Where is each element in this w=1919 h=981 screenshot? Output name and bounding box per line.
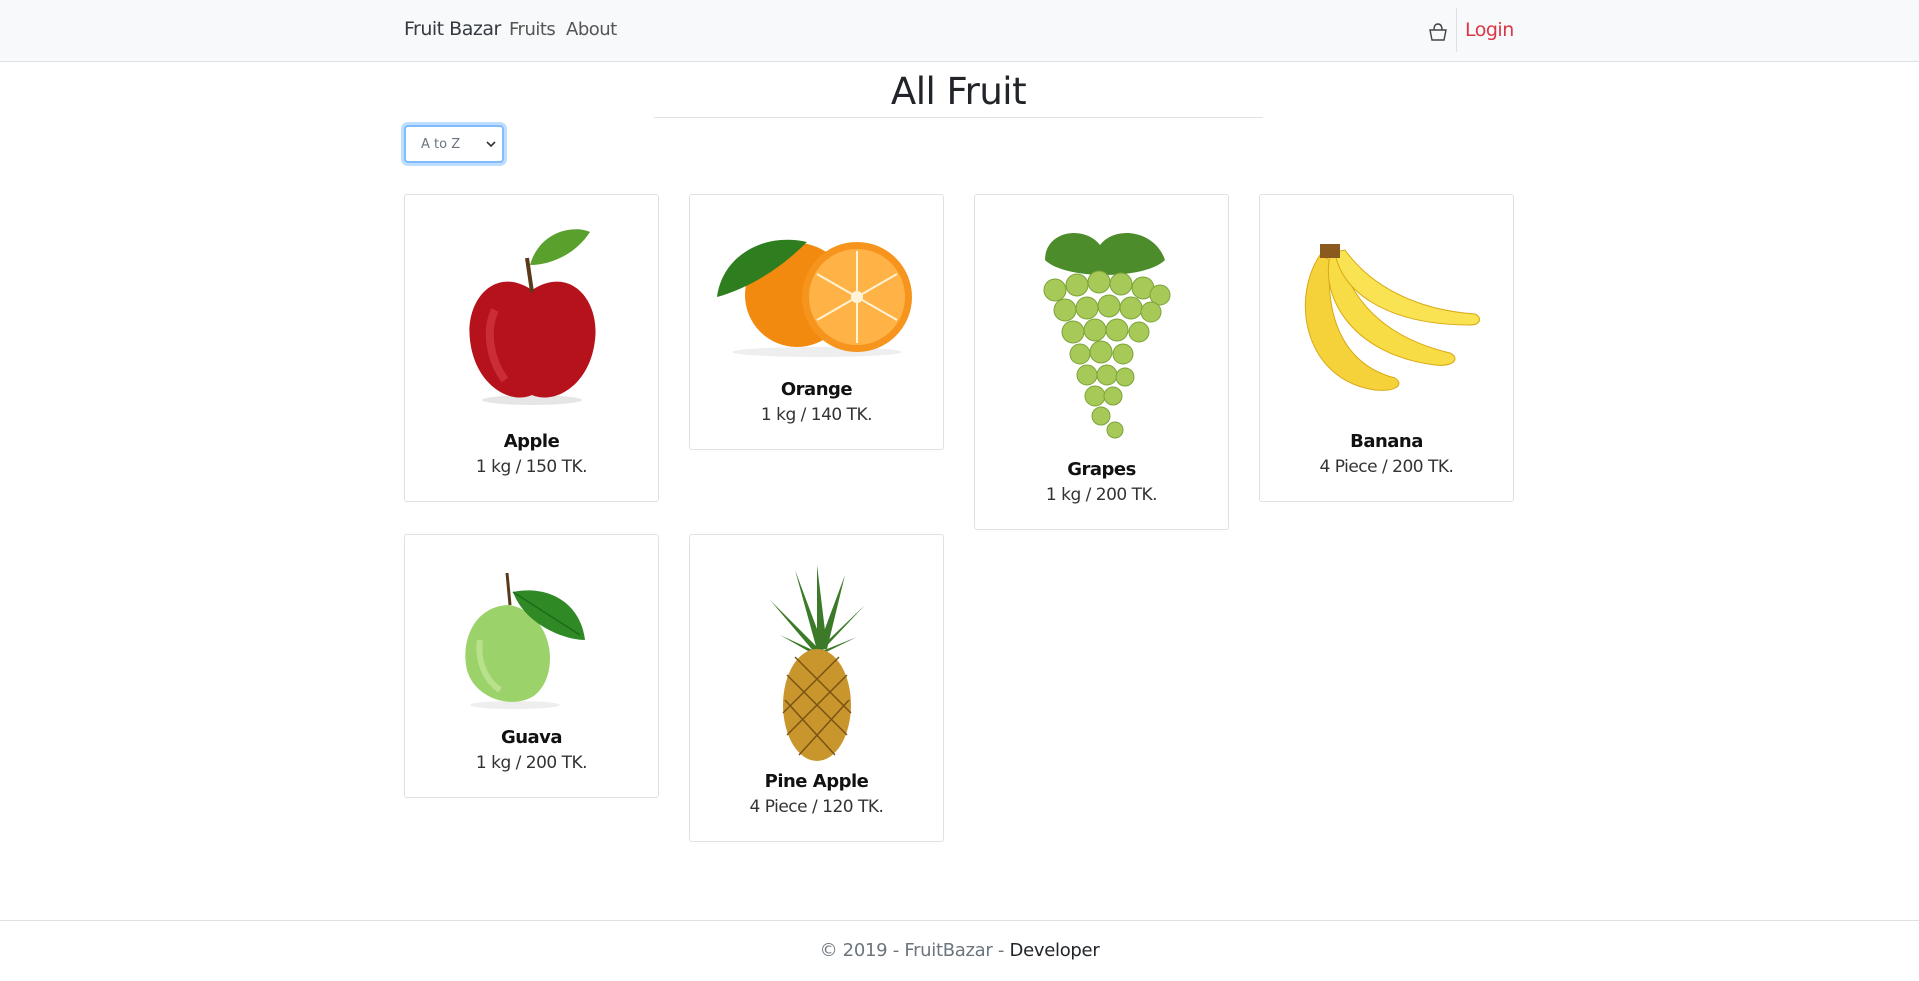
- nav-link-about[interactable]: About: [566, 19, 617, 40]
- nav-link-fruits[interactable]: Fruits: [509, 19, 556, 40]
- footer: © 2019 - FruitBazar - Developer: [0, 940, 1919, 961]
- navbar: Fruit Bazar Fruits About Login: [0, 0, 1919, 62]
- footer-divider: [0, 920, 1919, 921]
- fruit-price: 1 kg / 200 TK.: [475, 753, 588, 773]
- pineapple-image: [770, 565, 865, 761]
- fruit-name: Orange: [780, 379, 853, 400]
- footer-copyright: © 2019 - FruitBazar -: [819, 940, 1010, 961]
- guava-image: [465, 572, 585, 709]
- fruit-card-grapes[interactable]: Grapes 1 kg / 200 TK.: [974, 194, 1229, 530]
- fruit-name: Grapes: [1067, 459, 1136, 480]
- cart-icon[interactable]: [1426, 22, 1450, 44]
- fruit-name: Banana: [1350, 431, 1423, 452]
- page-title: All Fruit: [890, 70, 1027, 113]
- fruit-name: Guava: [500, 727, 563, 748]
- banana-image: [1304, 244, 1481, 391]
- login-link[interactable]: Login: [1465, 19, 1514, 41]
- developer-link[interactable]: Developer: [1010, 940, 1100, 961]
- fruit-card-banana[interactable]: Banana 4 Piece / 200 TK.: [1259, 194, 1514, 502]
- fruit-card-guava[interactable]: Guava 1 kg / 200 TK.: [404, 534, 659, 798]
- fruit-price: 1 kg / 140 TK.: [760, 405, 873, 425]
- fruit-card-pineapple[interactable]: Pine Apple 4 Piece / 120 TK.: [689, 534, 944, 842]
- fruit-name: Pine Apple: [764, 771, 869, 792]
- fruit-price: 1 kg / 200 TK.: [1045, 485, 1158, 505]
- nav-divider: [1456, 8, 1457, 52]
- brand-link[interactable]: Fruit Bazar: [404, 18, 501, 40]
- fruit-card-orange[interactable]: Orange 1 kg / 140 TK.: [689, 194, 944, 450]
- title-divider: [654, 117, 1263, 118]
- orange-image: [717, 239, 912, 357]
- fruit-price: 4 Piece / 200 TK.: [1319, 457, 1454, 477]
- fruit-card-apple[interactable]: Apple 1 kg / 150 TK.: [404, 194, 659, 502]
- fruit-price: 1 kg / 150 TK.: [475, 457, 588, 477]
- apple-image: [469, 229, 596, 405]
- chevron-down-icon: [486, 141, 496, 148]
- sort-select[interactable]: A to Z: [404, 125, 504, 163]
- grapes-image: [1043, 233, 1171, 439]
- fruit-name: Apple: [503, 431, 560, 452]
- sort-selected-value: A to Z: [421, 137, 461, 152]
- fruit-price: 4 Piece / 120 TK.: [749, 797, 884, 817]
